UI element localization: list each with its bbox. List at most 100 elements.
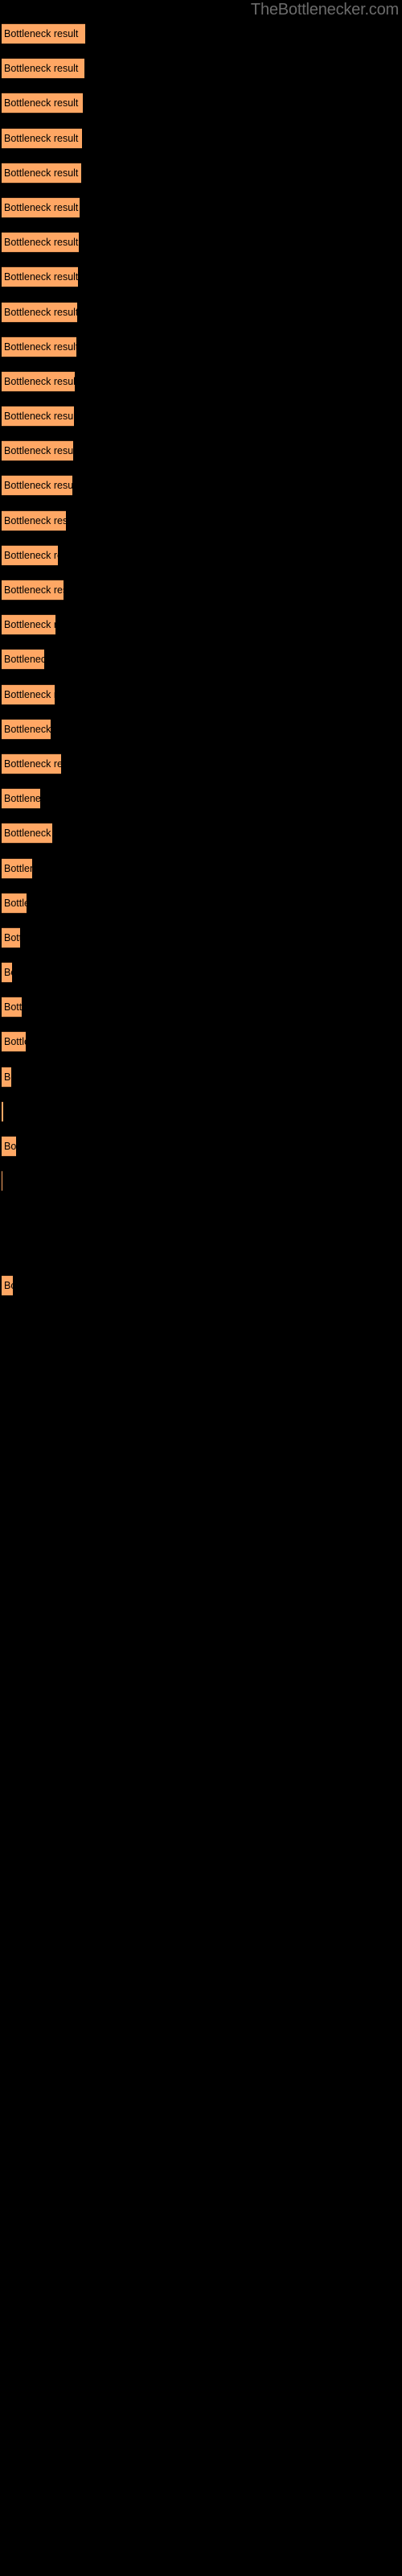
bar-label: Bottleneck result: [4, 271, 78, 283]
bar-row: Bottleneck result: [0, 298, 402, 332]
bar[interactable]: Bottleneck result: [2, 406, 74, 427]
bar[interactable]: Bottleneck result: [2, 1136, 16, 1157]
bar-label: Bottleneck result: [4, 828, 52, 840]
bar-row: Bottleneck result: [0, 645, 402, 679]
site-header: TheBottlenecker.com: [0, 0, 402, 19]
bar-row: Bottleneck result: [0, 1271, 402, 1306]
bar[interactable]: Bottleneck result: [2, 23, 85, 44]
bar-label: Bottleneck result: [4, 480, 72, 492]
bar[interactable]: Bottleneck result: [2, 892, 27, 914]
bar-row: Bottleneck result: [0, 610, 402, 645]
bar[interactable]: Bottleneck result: [2, 370, 75, 392]
bar-row: Bottleneck result: [0, 402, 402, 436]
bar-row: Bottleneck result: [0, 889, 402, 923]
bar-row: Bottleneck result: [0, 1166, 402, 1201]
bar-label: Bottleneck result: [4, 619, 55, 631]
bar[interactable]: Bottleneck result: [2, 857, 32, 879]
bar-row: Bottleneck result: [0, 819, 402, 853]
bar-row: Bottleneck result: [0, 506, 402, 541]
bar-label: Bottleneck result: [4, 237, 79, 249]
bar[interactable]: Bottleneck result: [2, 1066, 11, 1088]
bar[interactable]: Bottleneck result: [2, 1100, 3, 1122]
bar-label: Bottleneck result: [4, 1141, 16, 1152]
bar[interactable]: Bottleneck result: [2, 580, 64, 601]
bar[interactable]: Bottleneck result: [2, 718, 51, 740]
bar-label: Bottleneck result: [4, 967, 12, 979]
bar[interactable]: Bottleneck result: [2, 927, 20, 948]
bar-row: Bottleneck result: [0, 471, 402, 506]
bar-label: Bottleneck result: [4, 445, 73, 457]
bar-label: Bottleneck result: [4, 1036, 26, 1048]
bar-label: Bottleneck result: [4, 723, 51, 735]
bar-row: Bottleneck result: [0, 784, 402, 819]
bar-row: Bottleneck result: [0, 541, 402, 576]
bar-label: Bottleneck result: [4, 201, 79, 213]
bar-label: Bottleneck result: [4, 758, 61, 770]
bar[interactable]: Bottleneck result: [2, 753, 61, 774]
bar-row: Bottleneck result: [0, 854, 402, 889]
bar[interactable]: Bottleneck result: [2, 510, 66, 531]
bar[interactable]: Bottleneck result: [2, 93, 83, 114]
bar[interactable]: Bottleneck result: [2, 475, 72, 497]
bar[interactable]: Bottleneck result: [2, 997, 22, 1018]
bar-label: Bottleneck result: [4, 306, 77, 318]
bar[interactable]: Bottleneck result: [2, 266, 78, 288]
bar-row: Bottleneck result: [0, 193, 402, 228]
bar-row: Bottleneck result: [0, 19, 402, 54]
bar-label: Bottleneck result: [4, 654, 44, 666]
bar[interactable]: Bottleneck result: [2, 196, 80, 218]
bar-row: Bottleneck result: [0, 89, 402, 123]
bar-row: Bottleneck result: [0, 1097, 402, 1132]
bar-label: Bottleneck result: [4, 97, 79, 109]
bar[interactable]: Bottleneck result: [2, 440, 73, 462]
bar[interactable]: Bottleneck result: [2, 58, 84, 80]
bar-label: Bottleneck result: [4, 28, 79, 39]
site-title: TheBottlenecker.com: [250, 1, 399, 19]
bar-row: Bottleneck result: [0, 159, 402, 193]
bar-label: Bottleneck result: [4, 375, 75, 387]
bar-row: Bottleneck result: [0, 228, 402, 262]
bar-label: Bottleneck result: [4, 514, 66, 526]
bar-label: Bottleneck result: [4, 862, 32, 874]
bar[interactable]: Bottleneck result: [2, 544, 58, 566]
bar[interactable]: Bottleneck result: [2, 1031, 26, 1053]
bar[interactable]: Bottleneck result: [2, 336, 76, 357]
bar-label: Bottleneck result: [4, 63, 79, 75]
bar-label: Bottleneck result: [4, 931, 20, 943]
bar[interactable]: Bottleneck result: [2, 127, 82, 149]
bar[interactable]: Bottleneck result: [2, 614, 55, 636]
bottleneck-bar-chart: Bottleneck result Bottleneck result Bottle…: [0, 19, 402, 2576]
bar-label: Bottleneck result: [4, 341, 76, 353]
bar-row: Bottleneck result: [0, 262, 402, 297]
bar-label: Bottleneck result: [4, 793, 40, 805]
bar-row: Bottleneck result: [0, 958, 402, 993]
bar-label: Bottleneck result: [4, 1279, 13, 1291]
bar[interactable]: Bottleneck result: [2, 788, 40, 810]
bar-label: Bottleneck result: [4, 584, 64, 596]
bar-label: Bottleneck result: [2, 1102, 3, 1121]
bar[interactable]: Bottleneck result: [2, 301, 77, 323]
bar-label: Bottleneck result: [4, 167, 79, 179]
bar-label: Bottleneck result: [4, 132, 79, 144]
bar-row: Bottleneck result: [0, 923, 402, 958]
bar-label: Bottleneck result: [4, 1001, 22, 1013]
bar-row: Bottleneck result: [0, 124, 402, 159]
bar-row: Bottleneck result: [0, 54, 402, 89]
bar[interactable]: Bottleneck result: [2, 962, 12, 984]
bar-row: Bottleneck result: [0, 576, 402, 610]
bar[interactable]: Bottleneck result: [2, 823, 52, 844]
bar-label: Bottleneck result: [4, 411, 74, 423]
bar-row: Bottleneck result: [0, 1236, 402, 1271]
bar-row: Bottleneck result: [0, 1063, 402, 1097]
bar-label: Bottleneck result: [4, 549, 58, 561]
bar[interactable]: Bottleneck result: [2, 162, 81, 184]
bar-row: Bottleneck result: [0, 1201, 402, 1236]
bar[interactable]: Bottleneck result: [2, 232, 79, 254]
bar[interactable]: Bottleneck result: [2, 683, 55, 705]
bar-row: Bottleneck result: [0, 749, 402, 784]
bar[interactable]: Bottleneck result: [2, 649, 44, 671]
bar-row: Bottleneck result: [0, 715, 402, 749]
bar-row: Bottleneck result: [0, 1027, 402, 1062]
bar[interactable]: Bottleneck result: [2, 1274, 13, 1296]
bar-label: Bottleneck result: [4, 1071, 11, 1083]
